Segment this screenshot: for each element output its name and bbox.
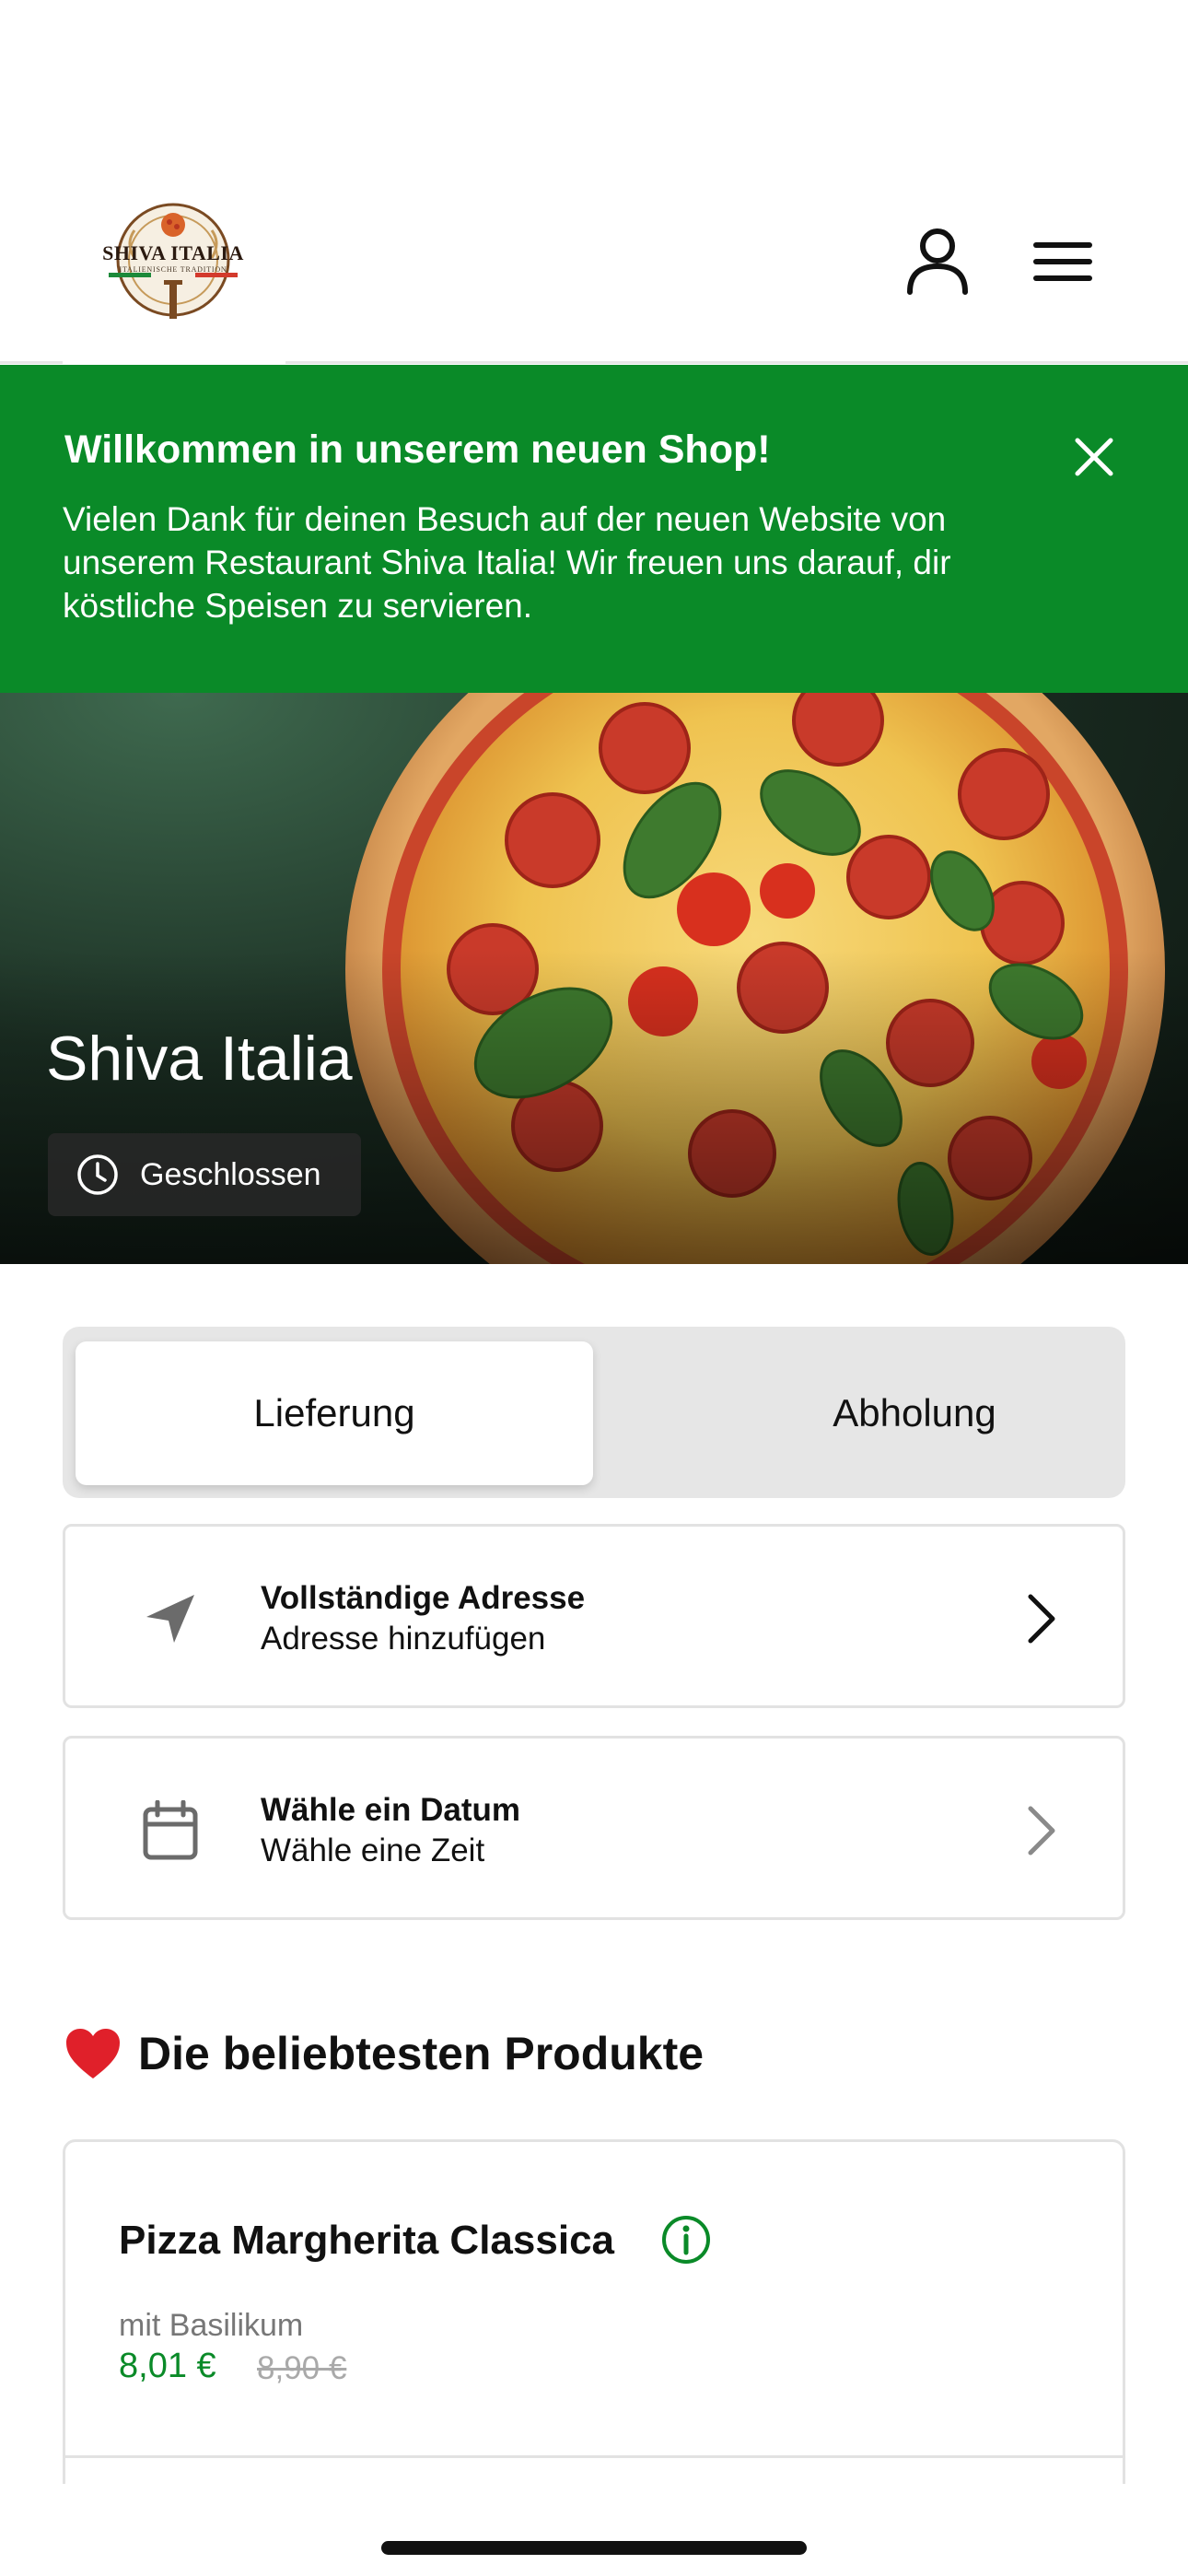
product-name: Pizza Margherita Classica xyxy=(119,2218,615,2263)
calendar-icon xyxy=(134,1794,207,1868)
delivery-tab[interactable]: Lieferung xyxy=(76,1341,593,1485)
bottom-safe-area xyxy=(0,2484,1188,2576)
header: SHIVA ITALIA ITALIENISCHE TRADITION xyxy=(0,0,1188,374)
pickup-tab[interactable]: Abholung xyxy=(656,1341,1173,1485)
user-icon[interactable] xyxy=(901,225,974,299)
order-mode-toggle: Lieferung Abholung xyxy=(63,1327,1125,1498)
close-icon[interactable] xyxy=(1057,420,1131,494)
popular-title: Die beliebtesten Produkte xyxy=(138,2028,705,2079)
date-title: Wähle ein Datum xyxy=(261,1792,520,1828)
logo-name: SHIVA ITALIA xyxy=(102,241,244,264)
address-subtitle: Adresse hinzufügen xyxy=(261,1621,546,1657)
restaurant-name: Shiva Italia xyxy=(46,1024,353,1094)
chevron-right-icon xyxy=(1005,1582,1078,1656)
product-price: 8,01 € xyxy=(119,2347,216,2385)
product-divider xyxy=(65,2455,1123,2458)
address-title: Vollständige Adresse xyxy=(261,1580,586,1616)
clock-icon xyxy=(77,1154,118,1195)
welcome-banner: Willkommen in unserem neuen Shop! Vielen… xyxy=(0,365,1188,693)
opening-status-label: Geschlossen xyxy=(140,1156,321,1192)
product-description: mit Basilikum xyxy=(119,2308,304,2343)
time-subtitle: Wähle eine Zeit xyxy=(261,1832,485,1868)
date-time-selector[interactable]: Wähle ein Datum Wähle eine Zeit xyxy=(63,1736,1125,1920)
popular-section-heading: Die beliebtesten Produkte xyxy=(64,2027,704,2080)
brand-logo[interactable]: SHIVA ITALIA ITALIENISCHE TRADITION xyxy=(99,203,247,332)
banner-text: Vielen Dank für deinen Besuch auf der ne… xyxy=(63,500,951,625)
product-old-price: 8,90 € xyxy=(257,2350,347,2386)
restaurant-hero: Shiva Italia Geschlossen xyxy=(0,693,1188,1264)
home-indicator[interactable] xyxy=(381,2541,807,2555)
chevron-right-icon xyxy=(1005,1794,1078,1868)
address-selector[interactable]: Vollständige Adresse Adresse hinzufügen xyxy=(63,1524,1125,1708)
location-arrow-icon xyxy=(134,1582,207,1656)
logo-tagline: ITALIENISCHE TRADITION xyxy=(119,265,227,274)
info-icon[interactable] xyxy=(660,2214,712,2266)
heart-icon xyxy=(66,2029,120,2078)
menu-icon[interactable] xyxy=(1026,225,1100,299)
opening-status-badge: Geschlossen xyxy=(48,1133,361,1216)
banner-title: Willkommen in unserem neuen Shop! xyxy=(64,427,771,472)
